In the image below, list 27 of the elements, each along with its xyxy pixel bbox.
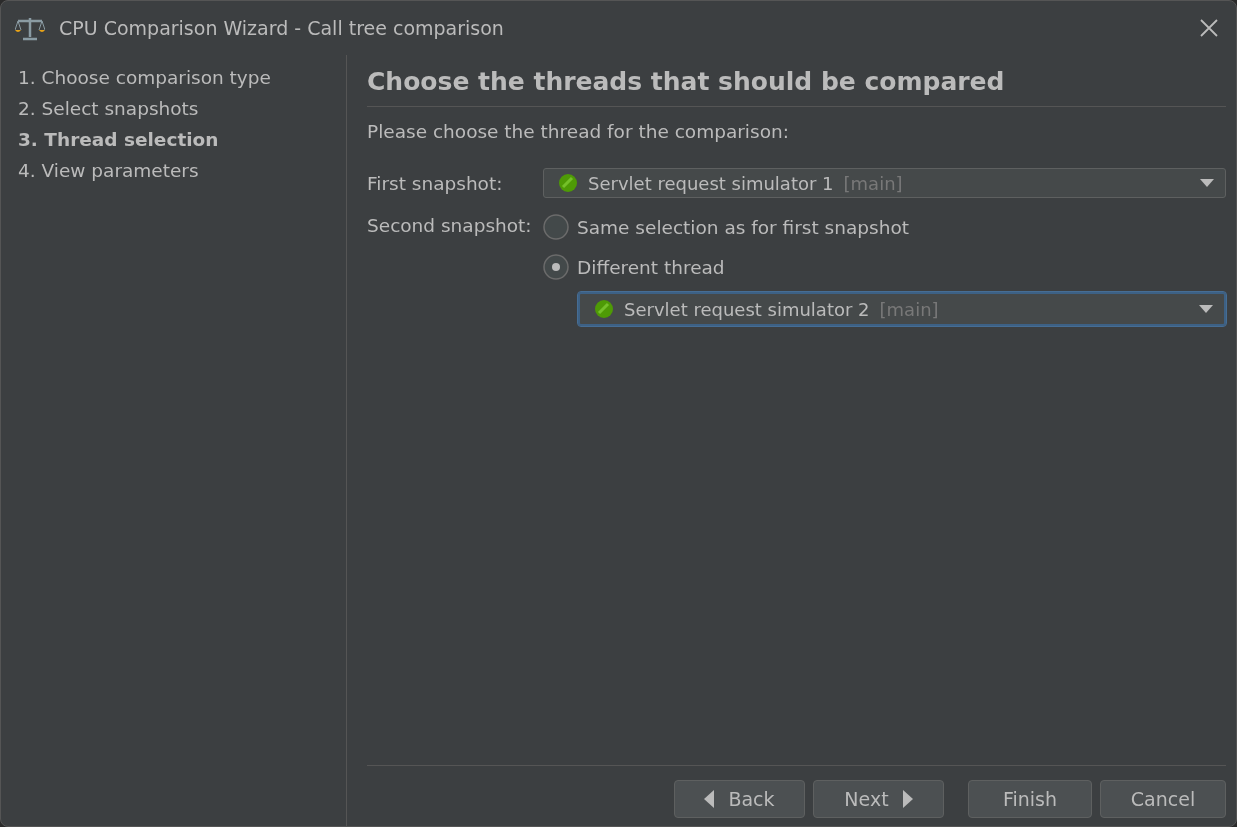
radio-button[interactable] <box>543 254 569 280</box>
thread-status-icon <box>594 299 614 319</box>
wizard-step: 1. Choose comparison type <box>18 65 346 91</box>
dialog-button[interactable]: Cancel <box>1100 780 1226 818</box>
wizard-step: 3. Thread selection <box>18 127 346 153</box>
radio-button[interactable] <box>543 214 569 240</box>
close-icon <box>1199 18 1219 38</box>
thread-name: Servlet request simulator 1 <box>588 172 834 194</box>
field-label: Second snapshot: <box>367 215 533 236</box>
page-heading: Choose the threads that should be compared <box>367 67 1226 107</box>
caret-icon <box>1199 178 1215 188</box>
wizard-step: 2. Select snapshots <box>18 96 346 122</box>
thread-name: Servlet request simulator 2 <box>624 298 870 320</box>
thread-status-icon <box>558 173 578 193</box>
instruction-text: Please choose the thread for the comparison: <box>367 121 790 142</box>
scales-icon <box>15 15 45 41</box>
next-button[interactable]: Next <box>813 780 944 818</box>
field-label: First snapshot: <box>367 172 504 194</box>
radio-option[interactable]: Same selection as for first snapshot <box>543 214 1226 240</box>
window-title: CPU Comparison Wizard - Call tree comparison <box>59 17 505 39</box>
back-button[interactable]: Back <box>674 780 805 818</box>
wizard-step: 4. View parameters <box>18 158 346 184</box>
radio-option[interactable]: Different thread <box>543 254 1226 280</box>
dialog-button[interactable]: Finish <box>968 780 1092 818</box>
left-triangle-icon <box>704 790 715 808</box>
caret-icon <box>1198 304 1214 314</box>
right-triangle-icon <box>902 790 913 808</box>
